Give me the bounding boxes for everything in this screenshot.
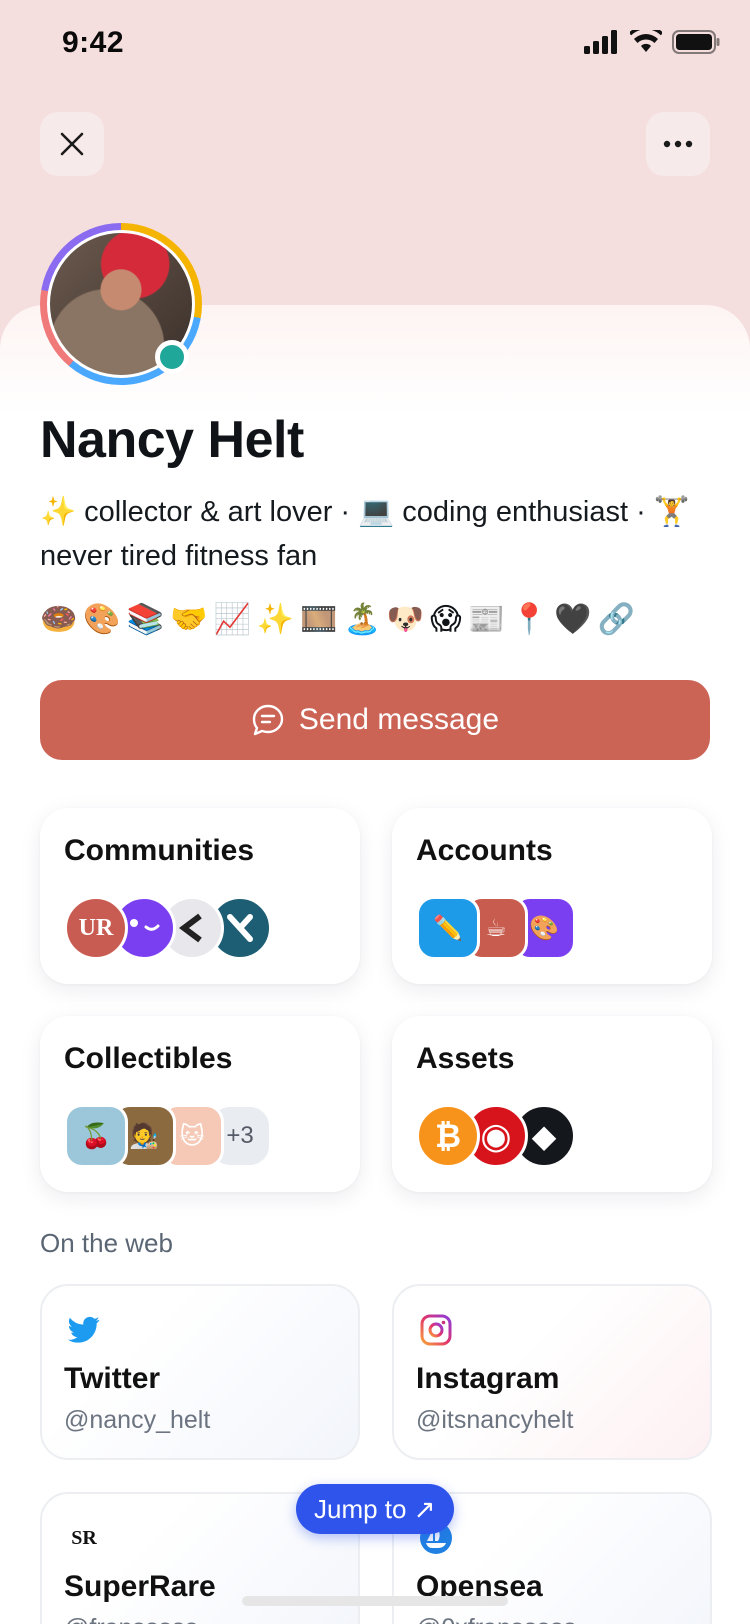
- interest-emoji[interactable]: 🤝: [170, 600, 207, 640]
- interest-emoji[interactable]: 🔗: [598, 600, 635, 640]
- collectibles-title: Collectibles: [64, 1042, 233, 1075]
- interest-emoji[interactable]: 🏝️: [344, 600, 381, 640]
- assets-title: Assets: [416, 1042, 515, 1075]
- bitcoin-icon[interactable]: ₿: [416, 1104, 480, 1168]
- interest-emoji[interactable]: 🖤: [554, 600, 591, 640]
- accounts-card[interactable]: Accounts ✏️ ☕ 🎨: [392, 808, 712, 984]
- interest-emoji[interactable]: 📍: [511, 600, 548, 640]
- status-time: 9:42: [62, 26, 125, 59]
- collectibles-card[interactable]: Collectibles 🍒 🧑‍🎨 🐱 +3: [40, 1016, 360, 1192]
- interest-emoji[interactable]: 🍩: [40, 600, 77, 640]
- interest-emoji[interactable]: 😱: [430, 600, 461, 640]
- instagram-handle: @itsnancyhelt: [416, 1406, 574, 1434]
- communities-chips: UR: [64, 896, 272, 960]
- superrare-icon: SR: [66, 1520, 102, 1556]
- twitter-handle: @nancy_helt: [64, 1406, 211, 1434]
- community-logo-icon: [179, 913, 202, 943]
- message-bubble-icon: [252, 704, 284, 736]
- superrare-logo-text: SR: [71, 1526, 97, 1549]
- instagram-link-card[interactable]: Instagram @itsnancyhelt: [392, 1284, 712, 1460]
- home-indicator: [242, 1596, 508, 1606]
- profile-bio: ✨ collector & art lover · 💻 coding enthu…: [40, 496, 690, 572]
- interest-emoji[interactable]: ✨: [257, 600, 294, 640]
- interest-emoji[interactable]: 🐶: [387, 600, 424, 640]
- interest-emoji[interactable]: 📰: [468, 600, 505, 640]
- online-status-dot: [155, 340, 189, 374]
- jump-to-button[interactable]: Jump to ↗: [296, 1484, 454, 1534]
- account-chip[interactable]: ✏️: [416, 896, 480, 960]
- interest-emoji[interactable]: 📚: [127, 600, 164, 640]
- community-chip[interactable]: UR: [64, 896, 128, 960]
- signal-icon: [584, 30, 617, 54]
- superrare-name: SuperRare: [64, 1570, 216, 1603]
- send-message-button[interactable]: Send message: [40, 680, 710, 760]
- assets-chips: ₿ ◉ ◆: [416, 1104, 576, 1168]
- send-message-label: Send message: [298, 703, 500, 736]
- interest-emoji[interactable]: 🎞️: [300, 600, 337, 640]
- collectible-chip[interactable]: 🍒: [64, 1104, 128, 1168]
- on-the-web-label: On the web: [40, 1228, 173, 1258]
- status-bar: 9:42: [0, 0, 750, 90]
- more-icon: [663, 140, 693, 148]
- collectibles-chips: 🍒 🧑‍🎨 🐱 +3: [64, 1104, 272, 1168]
- twitter-link-card[interactable]: Twitter @nancy_helt: [40, 1284, 360, 1460]
- status-icons: [584, 30, 720, 54]
- close-button[interactable]: [40, 112, 104, 176]
- wifi-icon: [630, 30, 662, 52]
- instagram-icon: [418, 1312, 454, 1348]
- instagram-name: Instagram: [416, 1362, 560, 1395]
- more-options-button[interactable]: [646, 112, 710, 176]
- communities-card[interactable]: Communities UR: [40, 808, 360, 984]
- accounts-chips: ✏️ ☕ 🎨: [416, 896, 576, 960]
- superrare-handle: @fransosos: [64, 1614, 198, 1624]
- close-icon: [60, 132, 84, 156]
- twitter-name: Twitter: [64, 1362, 161, 1395]
- assets-card[interactable]: Assets ₿ ◉ ◆: [392, 1016, 712, 1192]
- community-logo-icon: [227, 914, 253, 942]
- accounts-title: Accounts: [416, 834, 553, 867]
- communities-title: Communities: [64, 834, 255, 867]
- opensea-handle: @0xfransosos: [416, 1614, 576, 1624]
- interest-emoji[interactable]: 📈: [213, 600, 250, 640]
- battery-icon: [672, 30, 720, 54]
- community-logo-icon: [130, 919, 160, 931]
- interest-emoji-row: 🍩 🎨 📚 🤝 📈 ✨ 🎞️ 🏝️ 🐶 😱 📰 📍 🖤 🔗: [40, 600, 635, 640]
- twitter-icon: [66, 1312, 102, 1348]
- interest-emoji[interactable]: 🎨: [83, 600, 120, 640]
- profile-name: Nancy Helt: [40, 411, 304, 469]
